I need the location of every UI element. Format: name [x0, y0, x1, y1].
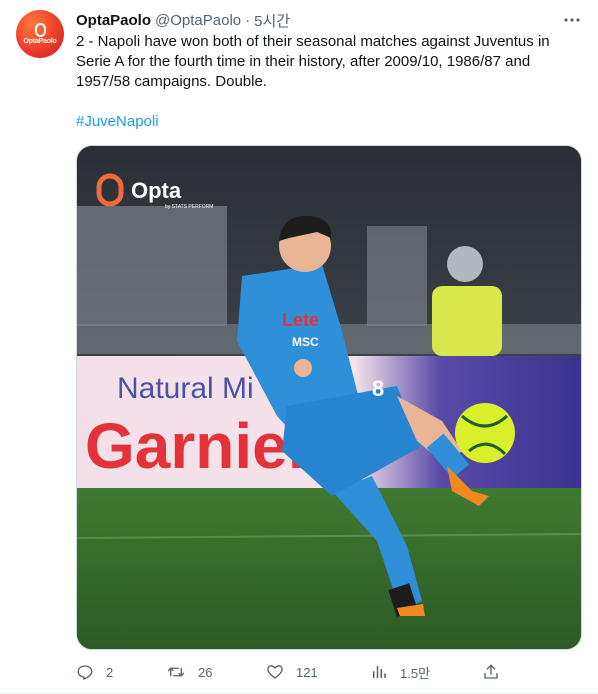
views-button[interactable]: 1.5만 [370, 660, 430, 684]
shirt-sponsor-secondary: MSC [292, 335, 319, 349]
banner-text-top: Natural Mi [117, 372, 254, 405]
analytics-icon [373, 666, 386, 678]
retweet-icon [167, 667, 185, 677]
opta-logo-subtext: by STATS PERFORM [165, 204, 213, 210]
pitch [77, 488, 581, 649]
steward-head [447, 246, 483, 282]
tweet-body: 2 - Napoli have won both of their season… [76, 33, 550, 90]
author-name[interactable]: OptaPaolo [76, 12, 151, 29]
tweet-text: 2 - Napoli have won both of their season… [76, 32, 574, 132]
tweet-photo[interactable]: Natural Mi Garnier Lete MSC 8 Opta by ST… [76, 145, 582, 650]
action-bar: 2 26 121 1.5만 [76, 660, 582, 684]
share-button[interactable] [482, 660, 500, 684]
view-count: 1.5만 [400, 665, 431, 681]
tweet-time[interactable]: 5시간 [254, 10, 290, 31]
reply-button[interactable]: 2 [76, 660, 113, 684]
retweet-count: 26 [198, 664, 213, 680]
tweet-card[interactable]: OptaPaolo OptaPaolo @OptaPaolo · 5시간 2 -… [0, 0, 598, 694]
like-count: 121 [296, 664, 318, 680]
banner-brand: Garnier [85, 410, 313, 482]
separator-dot: · [245, 11, 251, 29]
heart-icon [267, 665, 283, 679]
empty-seats [77, 206, 227, 326]
hashtag-link[interactable]: #JuveNapoli [76, 112, 159, 132]
steward-vest [432, 286, 502, 356]
retweet-button[interactable]: 26 [166, 660, 212, 684]
reply-icon [77, 665, 93, 680]
soccer-ball [455, 403, 515, 463]
more-horizontal-icon [564, 18, 580, 22]
tweet-header: OptaPaolo @OptaPaolo · 5시간 [76, 10, 290, 30]
opta-logo-icon [34, 23, 46, 37]
avatar-text: OptaPaolo [23, 38, 57, 45]
avatar[interactable]: OptaPaolo [16, 10, 64, 58]
share-icon [484, 664, 498, 679]
opta-logo-text: Opta [131, 178, 182, 203]
shirt-number: 8 [372, 376, 384, 401]
reply-count: 2 [106, 664, 114, 680]
like-button[interactable]: 121 [266, 660, 318, 684]
author-handle[interactable]: @OptaPaolo [155, 12, 241, 29]
more-options-button[interactable] [562, 10, 582, 30]
shirt-sponsor: Lete [282, 310, 319, 330]
empty-seats [367, 226, 427, 326]
photo-illustration: Natural Mi Garnier Lete MSC 8 Opta by ST… [77, 146, 581, 649]
